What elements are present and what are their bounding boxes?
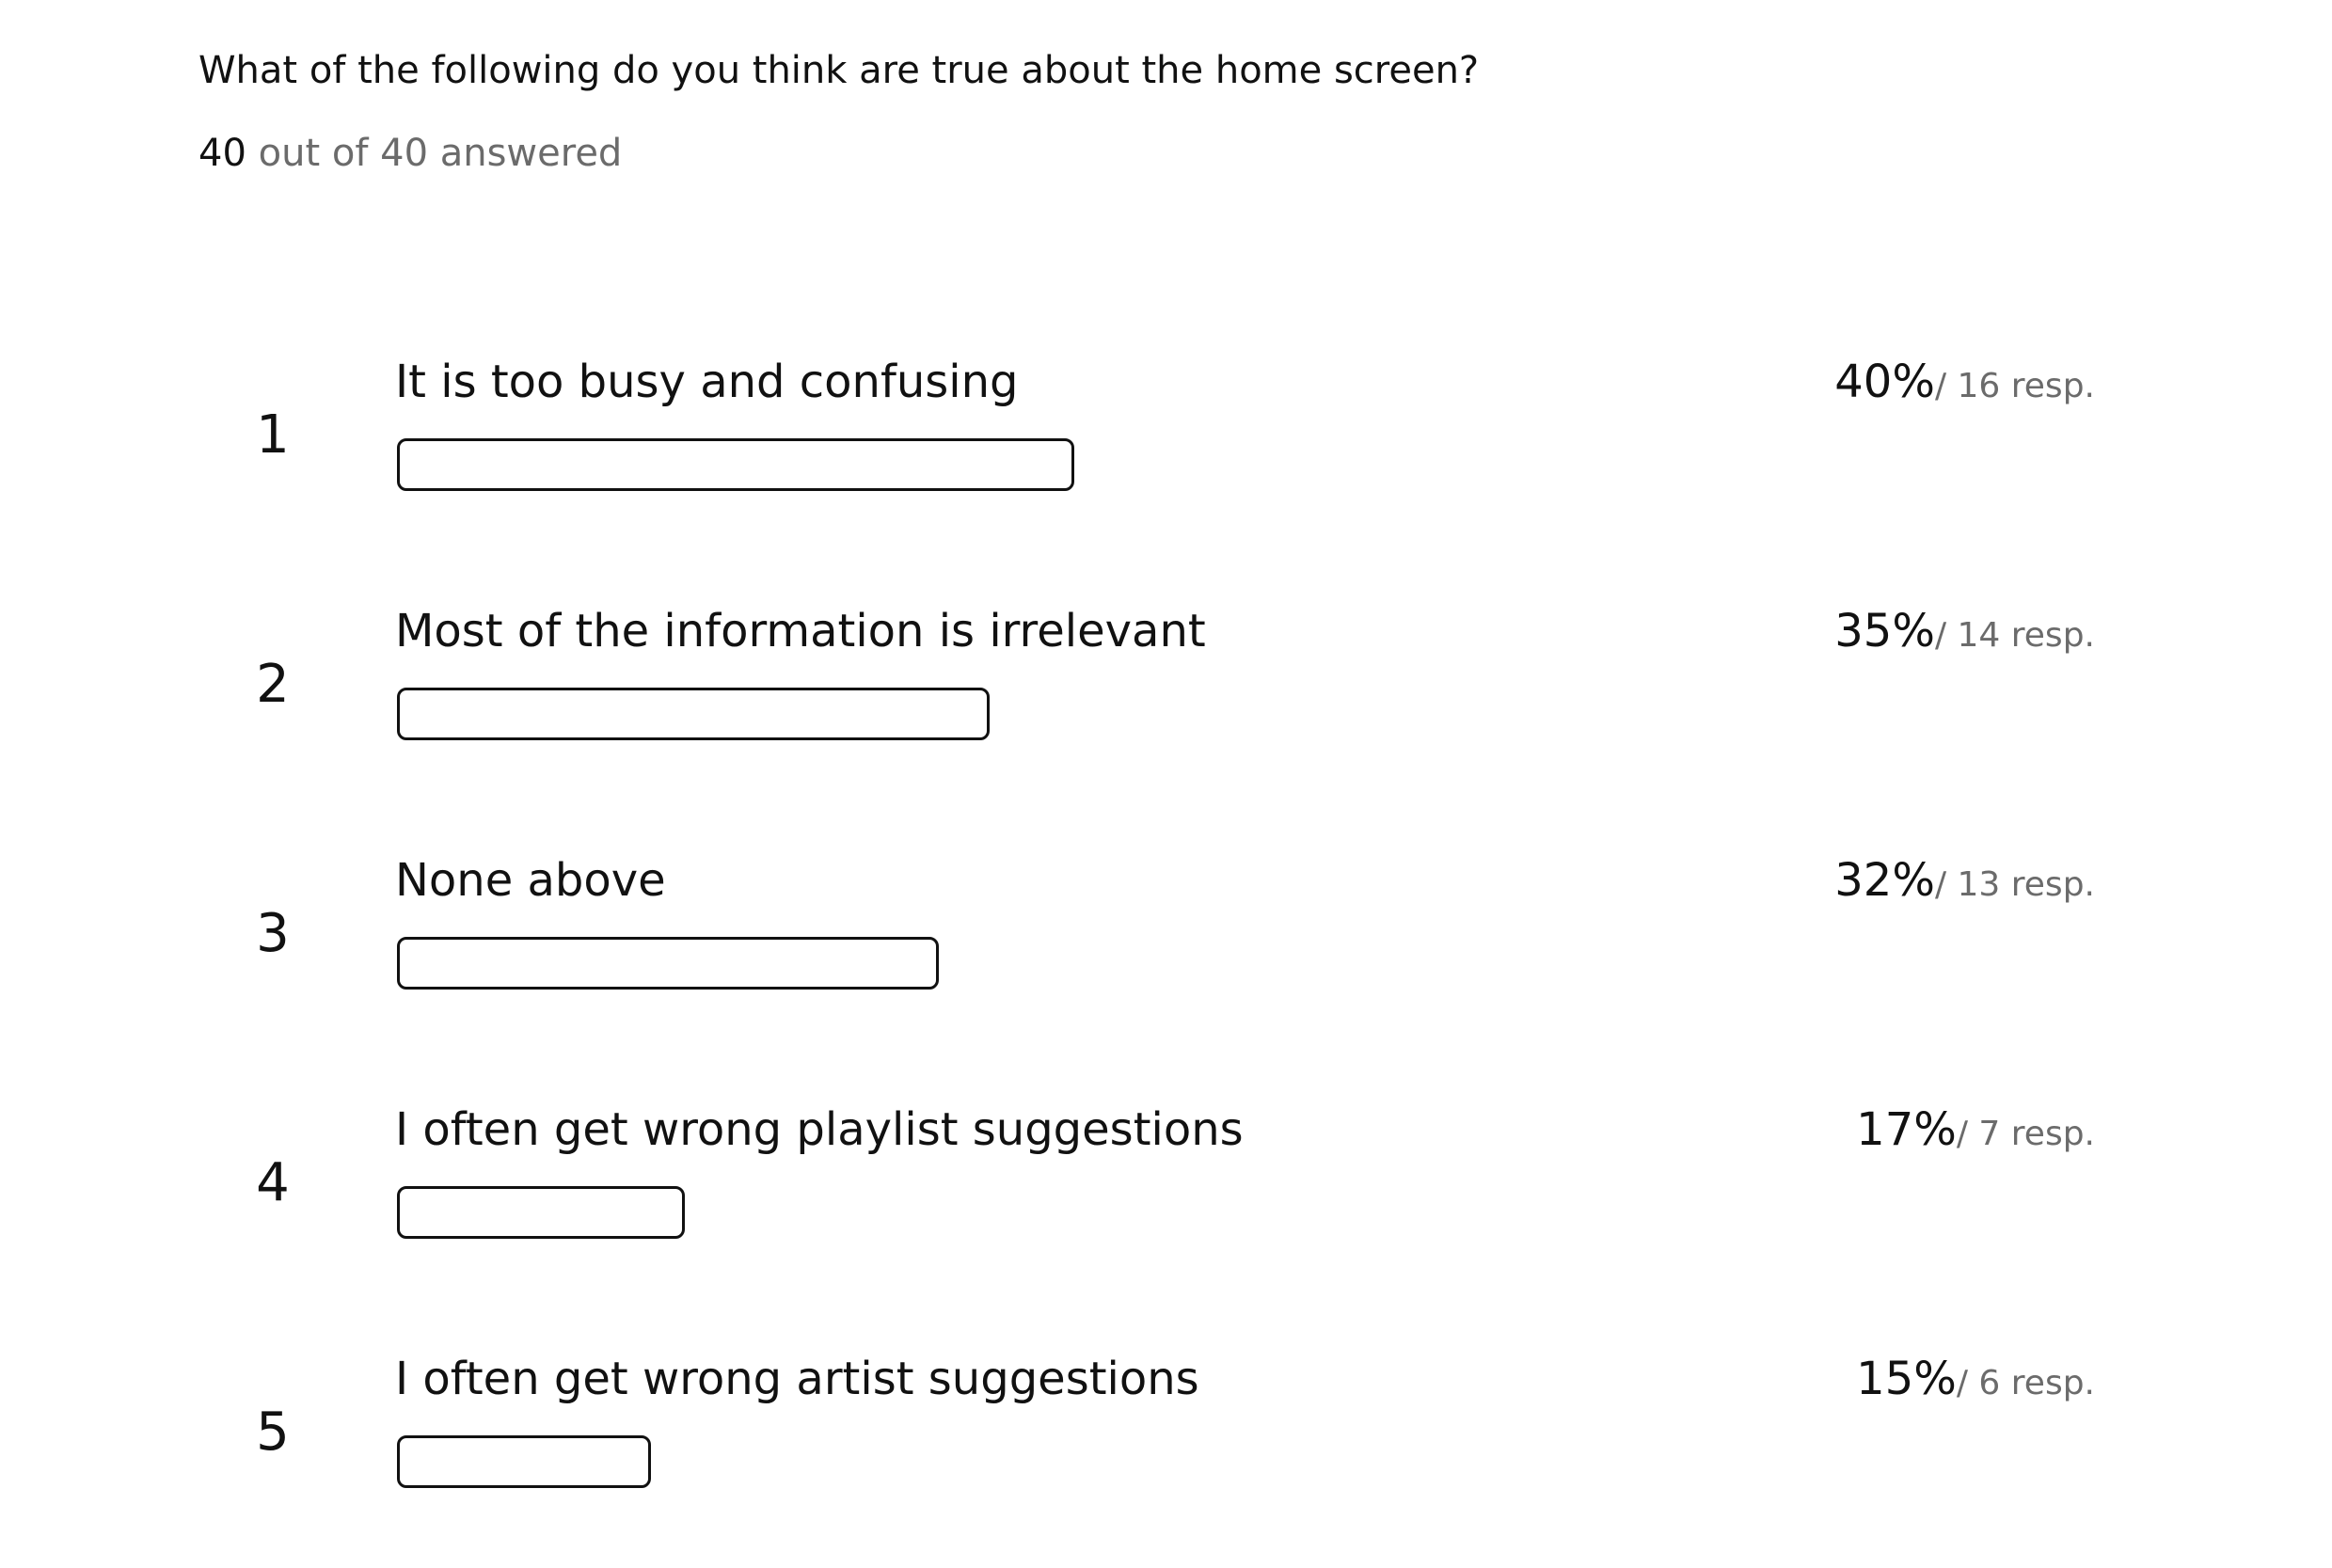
result-stat: 35%/ 14 resp. [1834,605,2095,657]
response-count-label: / 6 resp. [1956,1364,2095,1402]
percent-label: 35% [1834,605,1935,657]
option-label: It is too busy and confusing [395,356,1019,408]
result-row: 5 I often get wrong artist suggestions 15%… [0,1353,2332,1541]
result-row: 4 I often get wrong playlist suggestions 1… [0,1103,2332,1291]
result-bar [397,937,939,990]
response-count-label: / 7 resp. [1956,1115,2095,1153]
result-stat: 40%/ 16 resp. [1834,356,2095,408]
option-label: None above [395,854,666,907]
bar-track [397,688,2090,740]
bar-track [397,1186,2090,1239]
rank-number: 4 [256,1152,290,1213]
result-row: 3 None above 32%/ 13 resp. [0,854,2332,1042]
option-label: I often get wrong artist suggestions [395,1353,1199,1405]
result-bar [397,688,990,740]
result-stat: 15%/ 6 resp. [1856,1353,2095,1405]
result-bar [397,438,1074,491]
percent-label: 32% [1834,854,1935,907]
bar-track [397,937,2090,990]
option-label: Most of the information is irrelevant [395,605,1206,657]
rank-number: 3 [256,903,290,964]
bar-track [397,438,2090,491]
response-count-label: / 16 resp. [1934,367,2095,405]
result-bar [397,1186,685,1239]
response-count-label: / 13 resp. [1934,865,2095,904]
rank-number: 5 [256,1402,290,1463]
result-stat: 17%/ 7 resp. [1856,1103,2095,1156]
option-label: I often get wrong playlist suggestions [395,1103,1244,1156]
result-row: 2 Most of the information is irrelevant 35… [0,605,2332,793]
results-chart: 1 It is too busy and confusing 40%/ 16 res… [0,0,2332,1568]
rank-number: 1 [256,404,290,466]
response-count-label: / 14 resp. [1934,616,2095,655]
bar-track [397,1435,2090,1488]
result-bar [397,1435,651,1488]
result-row: 1 It is too busy and confusing 40%/ 16 res… [0,356,2332,544]
percent-label: 15% [1856,1353,1957,1405]
percent-label: 17% [1856,1103,1957,1156]
percent-label: 40% [1834,356,1935,408]
result-stat: 32%/ 13 resp. [1834,854,2095,907]
rank-number: 2 [256,654,290,715]
